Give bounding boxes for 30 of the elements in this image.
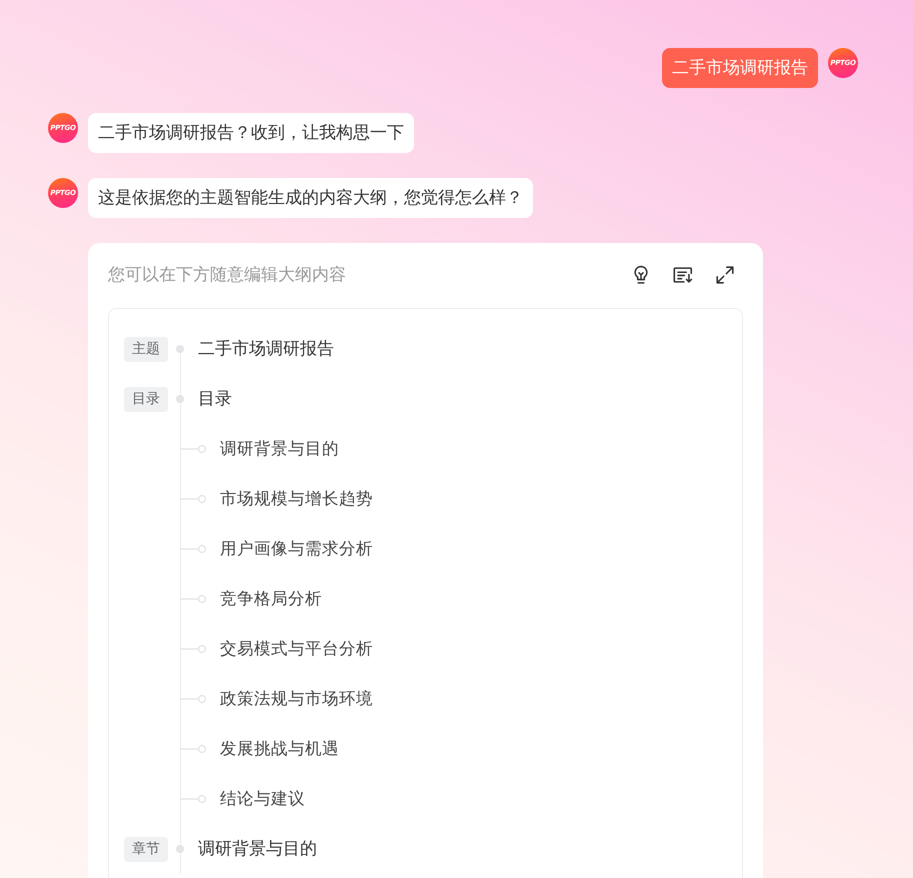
branch-node-icon <box>180 544 206 554</box>
message-bubble: 二手市场调研报告 <box>662 48 818 88</box>
section-tag: 章节 <box>124 836 168 862</box>
node-dot-icon <box>176 845 184 853</box>
message-bubble: 这是依据您的主题智能生成的内容大纲，您觉得怎么样？ <box>88 178 533 218</box>
branch-node-icon <box>180 794 206 804</box>
section-tag: 目录 <box>124 386 168 412</box>
section-tag: 主题 <box>124 336 168 362</box>
outline-item[interactable]: 目录 <box>198 387 232 411</box>
outline-item[interactable]: 用户画像与需求分析 <box>220 537 373 561</box>
expand-icon[interactable] <box>714 264 736 286</box>
hint-text: 您可以在下方随意编辑大纲内容 <box>108 264 346 287</box>
branch-node-icon <box>180 594 206 604</box>
branch-node-icon <box>180 644 206 654</box>
outline-item[interactable]: 交易模式与平台分析 <box>220 637 373 661</box>
outline-item[interactable]: 结论与建议 <box>220 787 305 811</box>
node-dot-icon <box>176 395 184 403</box>
branch-node-icon <box>180 744 206 754</box>
outline-item[interactable]: 二手市场调研报告 <box>198 337 334 361</box>
outline-item[interactable]: 调研背景与目的 <box>198 837 317 861</box>
message-bubble: 二手市场调研报告？收到，让我构思一下 <box>88 113 414 153</box>
outline-item[interactable]: 调研背景与目的 <box>220 437 339 461</box>
branch-node-icon <box>180 694 206 704</box>
node-dot-icon <box>176 345 184 353</box>
outline-item[interactable]: 市场规模与增长趋势 <box>220 487 373 511</box>
branch-node-icon <box>180 444 206 454</box>
branch-node-icon <box>180 494 206 504</box>
outline-item[interactable]: 政策法规与市场环境 <box>220 687 373 711</box>
outline-item[interactable]: 竞争格局分析 <box>220 587 322 611</box>
outline-item[interactable]: 发展挑战与机遇 <box>220 737 339 761</box>
